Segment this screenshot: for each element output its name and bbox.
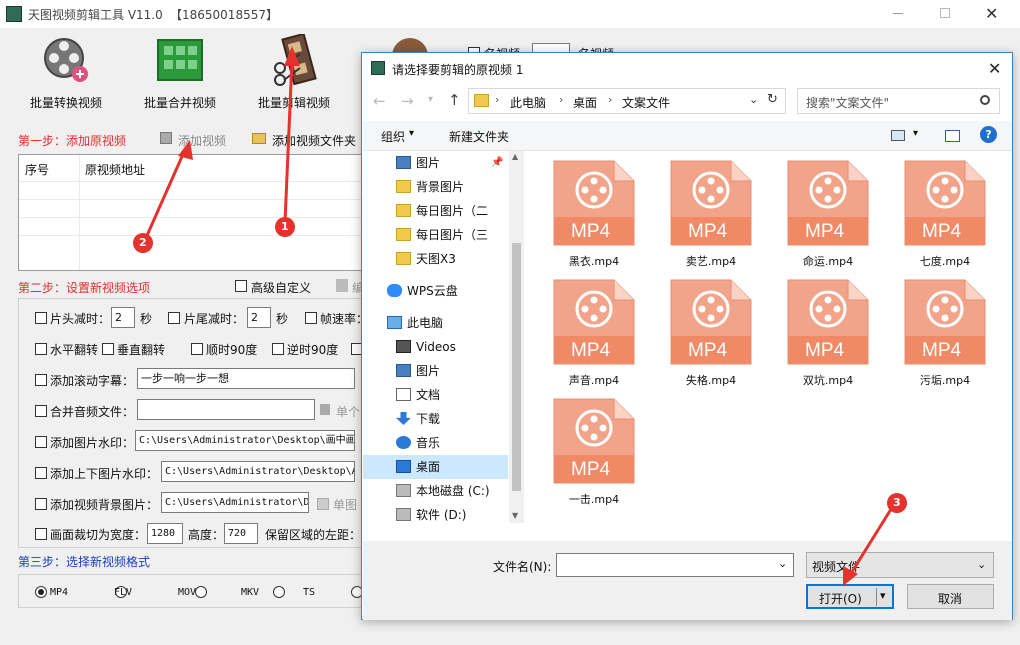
annotation-arrow-1 bbox=[283, 59, 294, 223]
annotation-number-2: 2 bbox=[139, 236, 147, 249]
annotation-number-1: 1 bbox=[281, 220, 289, 233]
annotation-overlay bbox=[133, 46, 907, 586]
annotation-arrowhead-1 bbox=[284, 46, 300, 66]
annotation-arrow-2 bbox=[143, 151, 186, 241]
annotation-arrowhead-3 bbox=[843, 566, 858, 586]
annotation-arrow-3 bbox=[848, 505, 895, 576]
annotation-number-3: 3 bbox=[893, 496, 901, 509]
